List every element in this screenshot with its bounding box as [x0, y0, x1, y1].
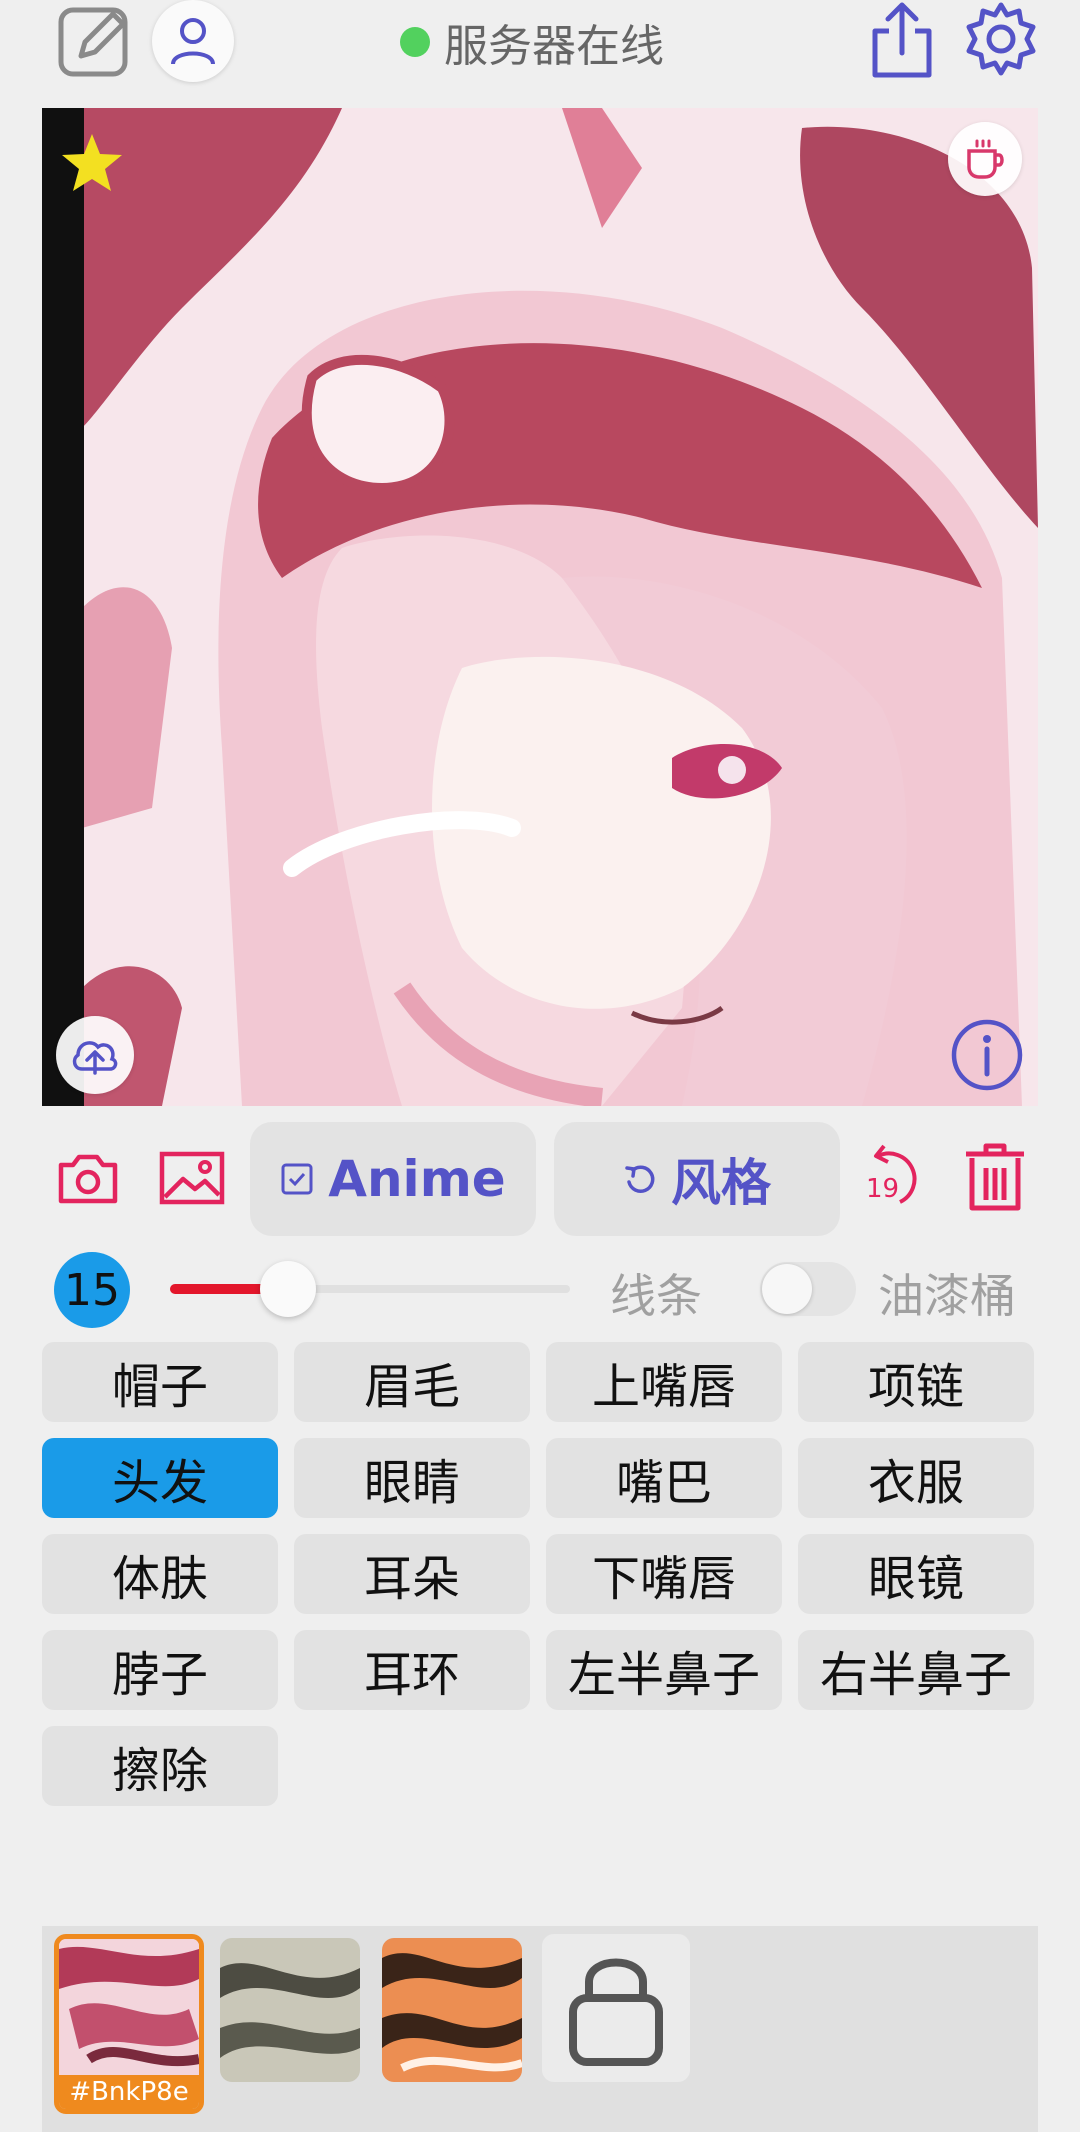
- style-thumbnails: #BnkP8e: [42, 1926, 1038, 2132]
- brush-size-badge: 15: [54, 1252, 130, 1328]
- anime-label: Anime: [328, 1150, 506, 1208]
- part-button[interactable]: 左半鼻子: [546, 1630, 782, 1710]
- status-text: 服务器在线: [444, 21, 664, 72]
- anime-mode-button[interactable]: Anime: [250, 1122, 536, 1236]
- coffee-cup-icon: [967, 139, 1004, 179]
- style-thumb[interactable]: [220, 1938, 360, 2082]
- style-thumb-selected[interactable]: #BnkP8e: [54, 1934, 204, 2114]
- camera-button[interactable]: [56, 1148, 120, 1208]
- style-code: #BnkP8e: [59, 2075, 199, 2109]
- favorite-button[interactable]: [58, 130, 126, 198]
- part-button[interactable]: 嘴巴: [546, 1438, 782, 1518]
- settings-button[interactable]: [962, 0, 1040, 78]
- trash-icon: [966, 1143, 1024, 1211]
- user-icon: [171, 18, 215, 65]
- checkbox-icon: [281, 1163, 313, 1195]
- style-thumb[interactable]: [382, 1938, 522, 2082]
- part-button[interactable]: 上嘴唇: [546, 1342, 782, 1422]
- gallery-button[interactable]: [158, 1148, 226, 1208]
- info-icon: [951, 1019, 1023, 1091]
- style-swatch: [220, 1938, 360, 2082]
- style-swatch: [59, 1939, 199, 2075]
- edit-icon: [58, 7, 128, 77]
- part-button[interactable]: 眼镜: [798, 1534, 1034, 1614]
- brush-size-slider-handle[interactable]: [260, 1261, 316, 1317]
- status-dot: [400, 27, 430, 57]
- upload-cloud-icon: [72, 1041, 118, 1075]
- image-icon: [159, 1151, 225, 1205]
- part-button[interactable]: 耳朵: [294, 1534, 530, 1614]
- style-swatch: [382, 1938, 522, 2082]
- share-icon: [872, 2, 932, 78]
- part-button[interactable]: 眼睛: [294, 1438, 530, 1518]
- paint-bucket-label: 油漆桶: [878, 1269, 1016, 1323]
- drawing-canvas[interactable]: [42, 108, 1038, 1106]
- part-button[interactable]: 衣服: [798, 1438, 1034, 1518]
- lock-icon: [569, 1958, 663, 2066]
- anime-artwork: [42, 108, 1038, 1106]
- undo-count: 19: [866, 1174, 900, 1204]
- canvas-left-edge: [42, 108, 84, 1106]
- part-button[interactable]: 项链: [798, 1342, 1034, 1422]
- camera-icon: [58, 1154, 118, 1204]
- part-button[interactable]: 耳环: [294, 1630, 530, 1710]
- refresh-icon: [625, 1165, 655, 1193]
- star-icon: [62, 134, 122, 191]
- coffee-button[interactable]: [948, 122, 1022, 196]
- upload-button[interactable]: [56, 1016, 134, 1094]
- style-label: 风格: [671, 1154, 771, 1212]
- part-button[interactable]: 帽子: [42, 1342, 278, 1422]
- user-button[interactable]: [152, 0, 234, 82]
- part-button[interactable]: 眉毛: [294, 1342, 530, 1422]
- part-button[interactable]: 下嘴唇: [546, 1534, 782, 1614]
- part-button[interactable]: 体肤: [42, 1534, 278, 1614]
- line-mode-label[interactable]: 线条: [610, 1260, 702, 1326]
- share-button[interactable]: [866, 0, 938, 80]
- settings-icon: [966, 2, 1036, 76]
- delete-button[interactable]: [960, 1140, 1030, 1216]
- part-button[interactable]: 右半鼻子: [798, 1630, 1034, 1710]
- undo-button[interactable]: 19: [862, 1142, 932, 1212]
- style-button[interactable]: 风格: [554, 1122, 840, 1236]
- part-button[interactable]: 头发: [42, 1438, 278, 1518]
- locked-style-tile[interactable]: [542, 1934, 690, 2082]
- part-button[interactable]: 擦除: [42, 1726, 278, 1806]
- server-status: 服务器在线: [400, 12, 664, 72]
- paint-bucket-toggle[interactable]: [760, 1262, 856, 1316]
- edit-button[interactable]: [56, 4, 134, 78]
- info-button[interactable]: [950, 1018, 1024, 1092]
- parts-grid: 帽子 眉毛 上嘴唇 项链头发 眼睛 嘴巴 衣服体肤 耳朵 下嘴唇 眼镜脖子 耳环 左半鼻子 右半鼻子擦除: [42, 1342, 1036, 1806]
- part-button[interactable]: 脖子: [42, 1630, 278, 1710]
